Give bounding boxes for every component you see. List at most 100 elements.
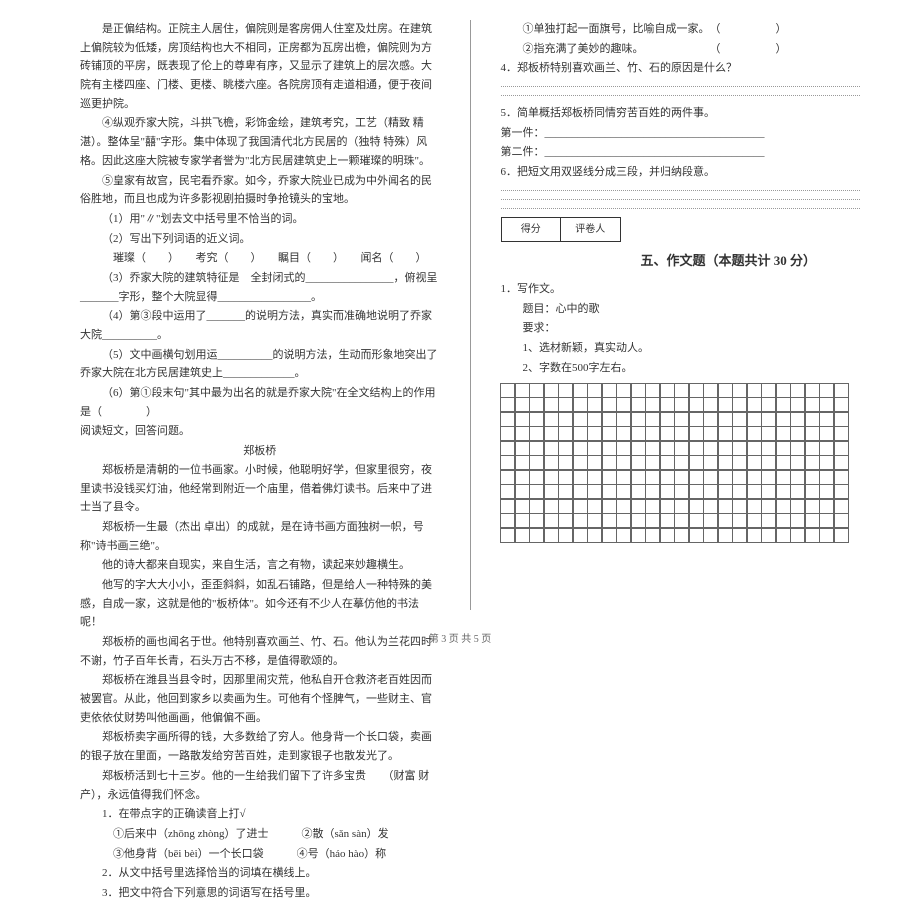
pronunciation-option: ①后来中（zhōng zhòng）了进士 ②散（sǎn sàn）发: [80, 825, 440, 844]
grid-cell: [558, 470, 573, 485]
grid-cell: [732, 397, 747, 412]
grid-cell: [790, 484, 805, 499]
grid-cell: [718, 499, 733, 514]
grid-cell: [529, 383, 544, 398]
question-4: 4．郑板桥特别喜欢画兰、竹、石的原因是什么？: [501, 59, 861, 78]
grid-cell: [674, 513, 689, 528]
grid-cell: [819, 426, 834, 441]
grid-cell: [558, 383, 573, 398]
score-label: 得分: [502, 218, 562, 241]
grid-cell: [689, 513, 704, 528]
grid-cell: [834, 383, 849, 398]
grid-cell: [631, 383, 646, 398]
grid-cell: [819, 513, 834, 528]
grid-cell: [660, 455, 675, 470]
grid-cell: [529, 528, 544, 543]
grid-cell: [718, 383, 733, 398]
grid-cell: [776, 412, 791, 427]
grid-cell: [645, 412, 660, 427]
question-6: 6．把短文用双竖线分成三段，并归纳段意。: [501, 163, 861, 182]
grid-row: [501, 441, 861, 456]
grid-cell: [544, 426, 559, 441]
grid-cell: [587, 513, 602, 528]
grid-cell: [689, 383, 704, 398]
grid-cell: [776, 499, 791, 514]
grid-cell: [718, 513, 733, 528]
grid-cell: [544, 513, 559, 528]
grid-cell: [834, 441, 849, 456]
grid-cell: [558, 499, 573, 514]
grid-cell: [689, 412, 704, 427]
grid-cell: [616, 499, 631, 514]
question-1: （1）用"∥"划去文中括号里不恰当的词。: [80, 210, 440, 229]
grid-cell: [790, 470, 805, 485]
grid-cell: [834, 470, 849, 485]
grid-cell: [718, 455, 733, 470]
grid-cell: [645, 455, 660, 470]
grid-cell: [515, 397, 530, 412]
grid-cell: [515, 455, 530, 470]
grid-cell: [529, 426, 544, 441]
grid-row: [501, 528, 861, 543]
grid-cell: [776, 397, 791, 412]
grid-cell: [674, 397, 689, 412]
grid-row: [501, 398, 861, 413]
grid-cell: [776, 470, 791, 485]
grid-cell: [587, 441, 602, 456]
grid-cell: [819, 484, 834, 499]
grid-cell: [500, 513, 515, 528]
grid-cell: [805, 441, 820, 456]
grid-cell: [631, 397, 646, 412]
grid-cell: [602, 455, 617, 470]
grid-cell: [500, 470, 515, 485]
grid-cell: [805, 484, 820, 499]
grid-cell: [645, 383, 660, 398]
grid-cell: [587, 397, 602, 412]
grid-cell: [558, 528, 573, 543]
grid-cell: [544, 470, 559, 485]
grid-row: [501, 470, 861, 485]
grid-cell: [761, 397, 776, 412]
grid-cell: [761, 412, 776, 427]
grid-cell: [515, 484, 530, 499]
question-3a: ①单独打起一面旗号，比喻自成一家。 （ ）: [501, 20, 861, 39]
essay-requirements: 要求：: [501, 319, 861, 338]
grader-label: 评卷人: [561, 218, 620, 241]
grid-cell: [660, 441, 675, 456]
grid-cell: [674, 470, 689, 485]
grid-cell: [747, 397, 762, 412]
grid-cell: [718, 397, 733, 412]
grid-cell: [732, 470, 747, 485]
pronunciation-option: ③他身背（bēi bèi）一个长口袋 ④号（háo hào）称: [80, 845, 440, 864]
grid-cell: [761, 441, 776, 456]
grid-cell: [718, 484, 733, 499]
grid-cell: [761, 528, 776, 543]
grid-cell: [587, 499, 602, 514]
grid-cell: [558, 426, 573, 441]
grid-cell: [703, 499, 718, 514]
column-divider: [470, 20, 471, 610]
grid-cell: [790, 513, 805, 528]
grid-cell: [689, 499, 704, 514]
grid-cell: [805, 499, 820, 514]
grid-cell: [747, 441, 762, 456]
grid-cell: [573, 412, 588, 427]
grid-cell: [761, 470, 776, 485]
grid-cell: [761, 455, 776, 470]
grid-cell: [631, 513, 646, 528]
grid-cell: [747, 513, 762, 528]
grid-cell: [660, 528, 675, 543]
grid-cell: [631, 528, 646, 543]
question-5b: 第二件：____________________________________…: [501, 143, 861, 162]
grid-cell: [616, 397, 631, 412]
grid-cell: [660, 513, 675, 528]
grid-cell: [602, 528, 617, 543]
grid-row: [501, 456, 861, 471]
grid-cell: [732, 441, 747, 456]
grid-cell: [747, 484, 762, 499]
grid-cell: [689, 441, 704, 456]
grid-cell: [573, 397, 588, 412]
reading-title: 郑板桥: [80, 442, 440, 461]
reading-para: 郑板桥在潍县当县令时，因那里闹灾荒，他私自开仓救济老百姓因而被罢官。从此，他回到…: [80, 671, 440, 727]
grid-cell: [587, 528, 602, 543]
